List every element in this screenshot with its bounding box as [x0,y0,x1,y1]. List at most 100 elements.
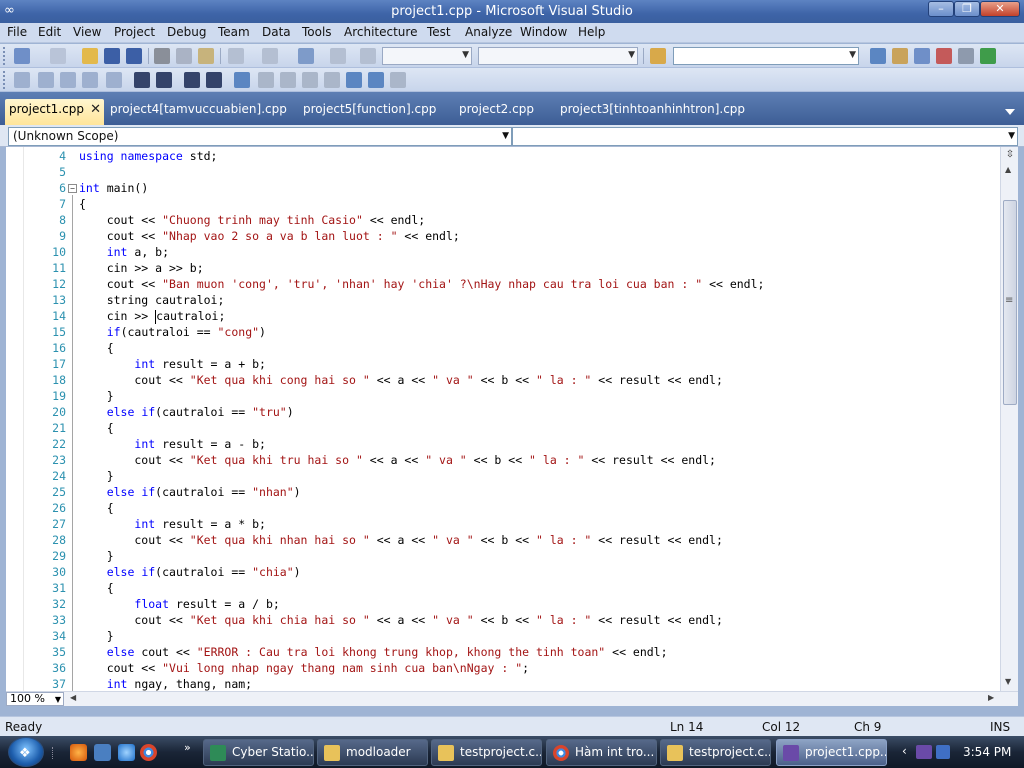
uncomment-lines-icon[interactable] [184,72,200,88]
code-line[interactable]: 33 cout << "Ket qua khi chia hai so " <<… [6,612,996,628]
code-text[interactable]: float result = a / b; [79,596,279,612]
code-line[interactable]: 31 { [6,580,996,596]
code-line[interactable]: 36 cout << "Vui long nhap ngay thang nam… [6,660,996,676]
code-text[interactable]: string cautraloi; [79,292,225,308]
next-bookmark-in-folder-icon[interactable] [302,72,318,88]
code-line[interactable]: 10 int a, b; [6,244,996,260]
code-text[interactable]: cout << "Ban muon 'cong', 'tru', 'nhan' … [79,276,765,292]
vertical-scrollbar[interactable]: ⇳ ▲ ≡ ▼ [1000,147,1018,691]
toolbar-grip[interactable] [3,47,6,65]
code-text[interactable]: cin >> a >> b; [79,260,204,276]
redo-icon[interactable] [262,48,278,64]
code-line[interactable]: 15 if(cautraloi == "cong") [6,324,996,340]
code-text[interactable]: else cout << "ERROR : Cau tra loi khong … [79,644,668,660]
menu-view[interactable]: View [73,25,101,39]
clear-bookmarks-icon[interactable] [368,72,384,88]
horizontal-scrollbar[interactable]: 100 % ▼ ◀ ▶ [6,691,1018,706]
scroll-right-icon[interactable]: ▶ [988,693,994,702]
code-text[interactable]: cout << "Ket qua khi chia hai so " << a … [79,612,723,628]
taskbar-item-testproject-2[interactable]: testproject.c... [660,739,771,766]
code-text[interactable]: cout << "Chuong trinh may tinh Casio" <<… [79,212,426,228]
code-text[interactable]: int ngay, thang, nam; [79,676,252,691]
quicklaunch-overflow-icon[interactable]: » [184,741,191,754]
code-line[interactable]: 22 int result = a - b; [6,436,996,452]
code-text[interactable]: cout << "Ket qua khi tru hai so " << a <… [79,452,716,468]
save-icon[interactable] [104,48,120,64]
code-line[interactable]: 11 cin >> a >> b; [6,260,996,276]
tab-project3[interactable]: project3[tinhtoanhinhtron].cpp [560,100,745,121]
start-button[interactable]: ❖ [8,737,44,767]
solution-configurations-combo[interactable]: ▼ [382,47,472,65]
increase-indent-icon[interactable] [134,72,150,88]
code-text[interactable]: { [79,340,114,356]
code-text[interactable]: else if(cautraloi == "chia") [79,564,301,580]
undo-icon[interactable] [228,48,244,64]
toggle-bookmark-icon[interactable] [206,72,222,88]
taskbar-item-visual-studio[interactable]: project1.cpp... [776,739,887,766]
display-object-member-list-icon[interactable] [14,72,30,88]
show-desktop-icon[interactable] [94,744,111,761]
code-text[interactable]: else if(cautraloi == "nhan") [79,484,301,500]
menu-file[interactable]: File [7,25,27,39]
close-tab-icon[interactable]: ✕ [90,102,101,117]
save-all-icon[interactable] [126,48,142,64]
code-text[interactable]: cin >> cautraloi; [79,308,225,324]
display-word-completion-icon[interactable] [82,72,98,88]
menu-tools[interactable]: Tools [302,25,332,39]
code-line[interactable]: 12 cout << "Ban muon 'cong', 'tru', 'nha… [6,276,996,292]
code-text[interactable]: } [79,548,114,564]
code-line[interactable]: 8 cout << "Chuong trinh may tinh Casio" … [6,212,996,228]
taskbar-clock[interactable]: 3:54 PM [963,745,1011,759]
properties-window-icon[interactable] [892,48,908,64]
toolbox-icon[interactable] [936,48,952,64]
find-combo[interactable]: ▼ [673,47,859,65]
code-text[interactable]: int result = a - b; [79,436,266,452]
code-line[interactable]: 13 string cautraloi; [6,292,996,308]
code-text[interactable]: cout << "Nhap vao 2 so a va b lan luot :… [79,228,460,244]
menu-project[interactable]: Project [114,25,155,39]
next-bookmark-in-document-icon[interactable] [346,72,362,88]
taskbar-item-cyber-station[interactable]: Cyber Statio... [203,739,314,766]
code-text[interactable]: int result = a + b; [79,356,266,372]
scope-combo[interactable]: (Unknown Scope) ▼ [8,127,512,146]
next-bookmark-icon[interactable] [258,72,274,88]
tab-project4[interactable]: project4[tamvuccuabien].cpp [110,100,287,121]
code-text[interactable]: cout << "Ket qua khi cong hai so " << a … [79,372,723,388]
toolbar-options-icon[interactable] [390,72,406,88]
code-text[interactable]: } [79,628,114,644]
code-line[interactable]: 35 else cout << "ERROR : Cau tra loi kho… [6,644,996,660]
code-text[interactable]: if(cautraloi == "cong") [79,324,266,340]
active-files-dropdown-icon[interactable] [1005,109,1015,115]
code-text[interactable]: int result = a * b; [79,516,266,532]
comment-out-lines-icon[interactable] [156,72,172,88]
code-text[interactable]: } [79,388,114,404]
code-text[interactable]: cout << "Ket qua khi nhan hai so " << a … [79,532,723,548]
previous-bookmark-in-document-icon[interactable] [324,72,340,88]
code-line[interactable]: 27 int result = a * b; [6,516,996,532]
menu-team[interactable]: Team [218,25,250,39]
navigate-forward-icon[interactable] [330,48,346,64]
add-item-icon[interactable] [50,48,66,64]
code-line[interactable]: 21 { [6,420,996,436]
code-line[interactable]: 7{ [6,196,996,212]
code-line[interactable]: 32 float result = a / b; [6,596,996,612]
code-text[interactable]: else if(cautraloi == "tru") [79,404,294,420]
solution-platforms-combo[interactable]: ▼ [478,47,638,65]
menu-help[interactable]: Help [578,25,605,39]
code-line[interactable]: 9 cout << "Nhap vao 2 so a va b lan luot… [6,228,996,244]
code-line[interactable]: 37 int ngay, thang, nam; [6,676,996,691]
menu-debug[interactable]: Debug [167,25,206,39]
menu-window[interactable]: Window [520,25,567,39]
scroll-down-icon[interactable]: ▼ [1005,677,1011,686]
maximize-button[interactable]: ❐ [954,1,980,17]
tab-project2[interactable]: project2.cpp [459,100,534,121]
extension-manager-icon[interactable] [958,48,974,64]
zoom-combo[interactable]: 100 % ▼ [6,692,64,706]
decrease-indent-icon[interactable] [106,72,122,88]
code-text[interactable]: { [79,420,114,436]
scroll-up-icon[interactable]: ▲ [1005,165,1011,174]
language-bar-icon[interactable] [936,745,950,759]
minimize-button[interactable]: – [928,1,954,17]
code-text[interactable]: { [79,500,114,516]
tab-project5[interactable]: project5[function].cpp [303,100,436,121]
